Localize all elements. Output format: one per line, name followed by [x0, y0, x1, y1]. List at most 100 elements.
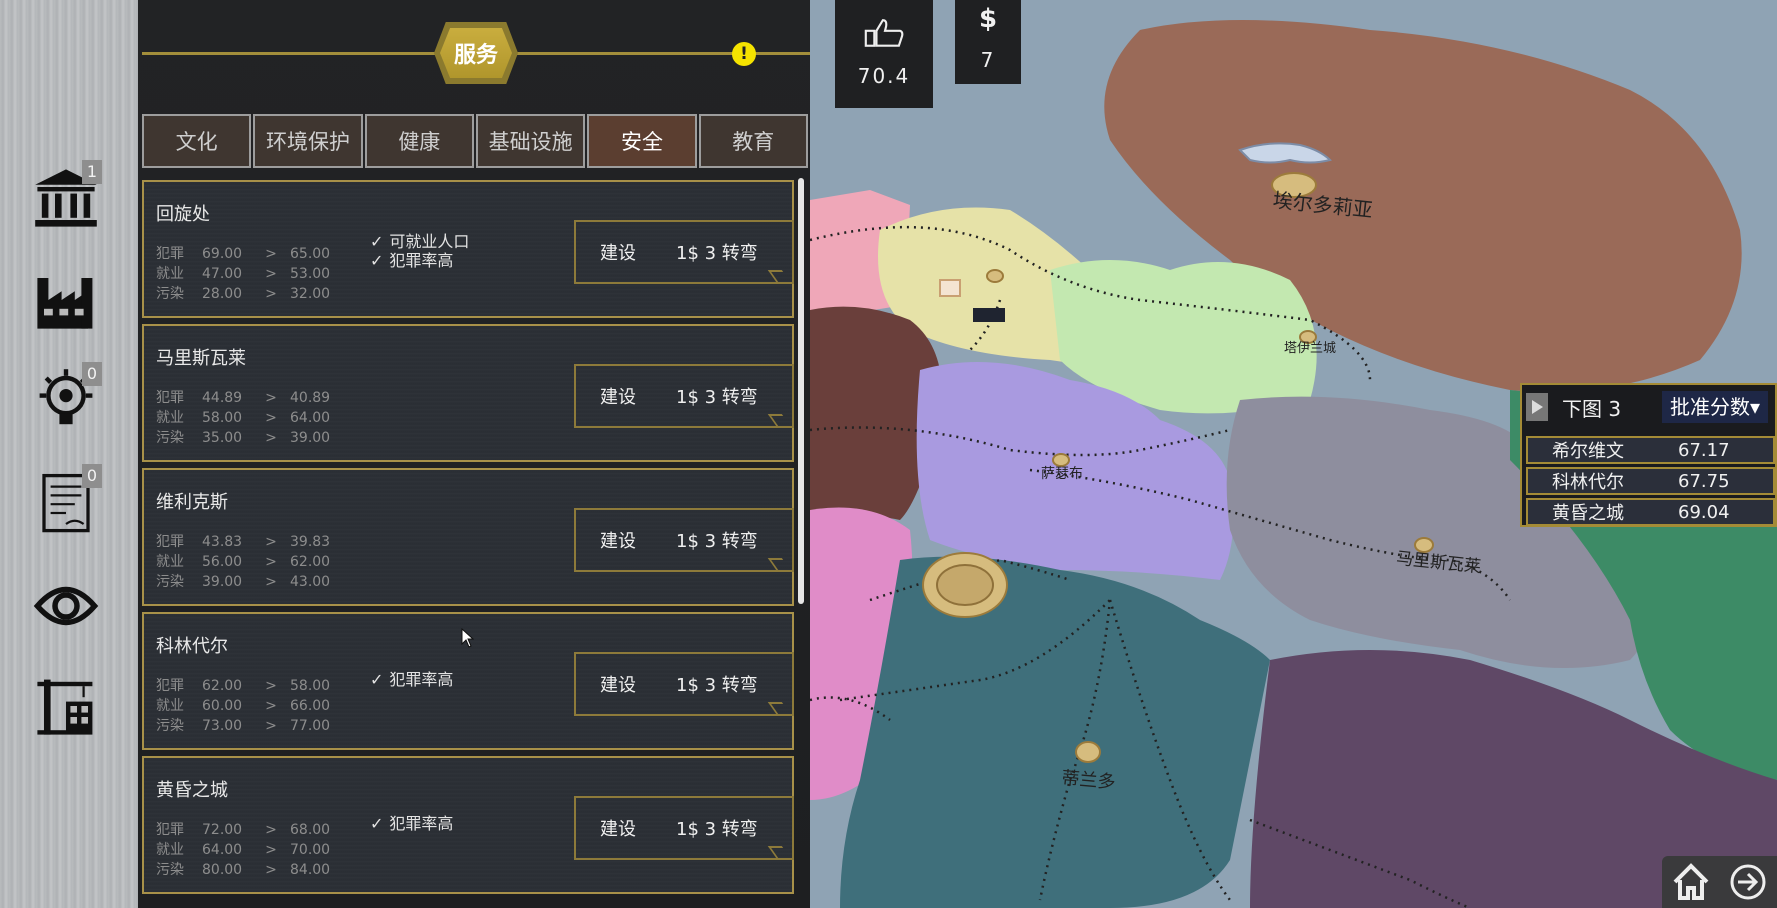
stat-row: 犯罪 43.83 >39.83	[156, 532, 340, 552]
tab-health[interactable]: 健康	[364, 114, 474, 168]
stat-projected: 62.00	[290, 554, 331, 570]
build-label: 建设	[600, 531, 636, 552]
stat-arrow: >	[265, 718, 277, 734]
stat-label: 就业	[156, 698, 184, 714]
stat-current: 60.00	[202, 698, 243, 714]
ranking-panel: 下图 3 批准分数▾ 希尔维文 67.17 科林代尔 67.75 黄昏之城 69…	[1520, 383, 1777, 527]
play-icon[interactable]	[1526, 393, 1548, 421]
build-label: 建设	[600, 387, 636, 408]
alert-icon[interactable]: !	[732, 42, 756, 66]
ranking-row[interactable]: 科林代尔 67.75	[1526, 467, 1775, 495]
research-button[interactable]: 0	[30, 362, 102, 436]
stat-projected: 68.00	[290, 822, 331, 838]
build-cost: 1$ 3 转弯	[676, 531, 758, 552]
district-card: 马里斯瓦莱 犯罪 44.89 >40.89 就业 58.00 >64.00 污染 35.00 >3…	[142, 324, 794, 462]
panel-title: 服务	[440, 28, 512, 78]
stat-current: 44.89	[202, 390, 243, 406]
construction-button[interactable]	[30, 670, 102, 742]
stat-projected: 70.00	[290, 842, 331, 858]
stat-current: 28.00	[202, 286, 243, 302]
stat-row: 污染 35.00 >39.00	[156, 428, 340, 448]
government-badge: 1	[82, 160, 102, 184]
stat-current: 64.00	[202, 842, 243, 858]
stat-arrow: >	[265, 862, 277, 878]
list-scrollbar[interactable]	[798, 178, 804, 604]
next-icon[interactable]	[1728, 862, 1768, 902]
stat-label: 就业	[156, 266, 184, 282]
ranking-row[interactable]: 黄昏之城 69.04	[1526, 498, 1775, 526]
ranking-title: 下图 3	[1562, 396, 1622, 421]
money-icon: $	[978, 4, 998, 34]
label-sasob: 萨瑟布	[1041, 466, 1083, 482]
tab-security[interactable]: 安全	[587, 114, 697, 168]
government-button[interactable]: 1	[30, 160, 102, 234]
research-badge: 0	[82, 362, 102, 386]
stat-label: 就业	[156, 842, 184, 858]
stat-arrow: >	[265, 842, 277, 858]
game-screen: 埃尔多莉亚 塔伊兰城 萨瑟布 马里斯瓦莱 蒂兰多 1 0 0 服务 ! 文化 环…	[0, 0, 1777, 908]
button-notch	[767, 270, 791, 282]
stat-current: 56.00	[202, 554, 243, 570]
stat-arrow: >	[265, 266, 277, 282]
stat-current: 62.00	[202, 678, 243, 694]
stat-row: 犯罪 62.00 >58.00	[156, 676, 340, 696]
build-button[interactable]: 建设 1$ 3 转弯	[574, 652, 794, 716]
stat-label: 犯罪	[156, 678, 184, 694]
build-label: 建设	[600, 243, 636, 264]
benefit-text: 犯罪率高	[389, 814, 454, 833]
build-cost: 1$ 3 转弯	[676, 819, 758, 840]
district-card: 回旋处 犯罪 69.00 >65.00 就业 47.00 >53.00 污染 28.00 >32.…	[142, 180, 794, 318]
stat-projected: 84.00	[290, 862, 331, 878]
ranking-row[interactable]: 希尔维文 67.17	[1526, 436, 1775, 464]
build-button[interactable]: 建设 1$ 3 转弯	[574, 796, 794, 860]
stat-current: 47.00	[202, 266, 243, 282]
stat-label: 犯罪	[156, 246, 184, 262]
stat-row: 就业 60.00 >66.00	[156, 696, 340, 716]
money-stat: $ 7	[955, 0, 1021, 84]
ranking-value: 69.04	[1678, 501, 1730, 523]
district-card: 黄昏之城 犯罪 72.00 >68.00 就业 64.00 >70.00 污染 80.00 >84…	[142, 756, 794, 894]
approval-value: 70.4	[857, 64, 911, 88]
stat-label: 犯罪	[156, 534, 184, 550]
tab-environment[interactable]: 环境保护	[253, 114, 363, 168]
left-rail: 1 0 0	[0, 0, 138, 908]
district-name: 黄昏之城	[156, 780, 228, 801]
build-cost: 1$ 3 转弯	[676, 675, 758, 696]
benefit-item: ✓ 犯罪率高	[370, 670, 453, 689]
tab-education[interactable]: 教育	[698, 114, 808, 168]
stat-current: 80.00	[202, 862, 243, 878]
district-stats: 犯罪 43.83 >39.83 就业 56.00 >62.00 污染 39.00 >43.00	[156, 532, 340, 592]
stat-current: 69.00	[202, 246, 243, 262]
home-icon[interactable]	[1671, 862, 1711, 902]
stat-label: 犯罪	[156, 390, 184, 406]
build-button[interactable]: 建设 1$ 3 转弯	[574, 220, 794, 284]
stat-arrow: >	[265, 246, 277, 262]
policy-badge: 0	[82, 464, 102, 488]
stat-projected: 32.00	[290, 286, 331, 302]
stat-current: 58.00	[202, 410, 243, 426]
stat-current: 35.00	[202, 430, 243, 446]
check-icon: ✓	[370, 814, 384, 833]
stat-current: 73.00	[202, 718, 243, 734]
build-button[interactable]: 建设 1$ 3 转弯	[574, 508, 794, 572]
view-button[interactable]	[30, 570, 102, 642]
district-stats: 犯罪 62.00 >58.00 就业 60.00 >66.00 污染 73.00 >77.00	[156, 676, 340, 736]
stat-arrow: >	[265, 286, 277, 302]
policy-button[interactable]: 0	[30, 464, 102, 538]
district-stats: 犯罪 69.00 >65.00 就业 47.00 >53.00 污染 28.00 >32.00	[156, 244, 340, 304]
tab-culture[interactable]: 文化	[142, 114, 252, 168]
stat-projected: 53.00	[290, 266, 331, 282]
district-name: 科林代尔	[156, 636, 228, 657]
industry-button[interactable]	[30, 264, 102, 336]
ranking-name: 希尔维文	[1552, 441, 1624, 462]
stat-label: 污染	[156, 718, 184, 734]
services-panel: 服务 ! 文化 环境保护 健康 基础设施 安全 教育 回旋处 犯罪 69.00 >65…	[138, 0, 810, 908]
build-button[interactable]: 建设 1$ 3 转弯	[574, 364, 794, 428]
stat-row: 就业 56.00 >62.00	[156, 552, 340, 572]
stat-arrow: >	[265, 534, 277, 550]
tab-infrastructure[interactable]: 基础设施	[475, 114, 586, 168]
ranking-selector[interactable]: 批准分数▾	[1662, 391, 1769, 423]
button-notch	[767, 414, 791, 426]
stat-label: 污染	[156, 862, 184, 878]
stat-projected: 43.00	[290, 574, 331, 590]
